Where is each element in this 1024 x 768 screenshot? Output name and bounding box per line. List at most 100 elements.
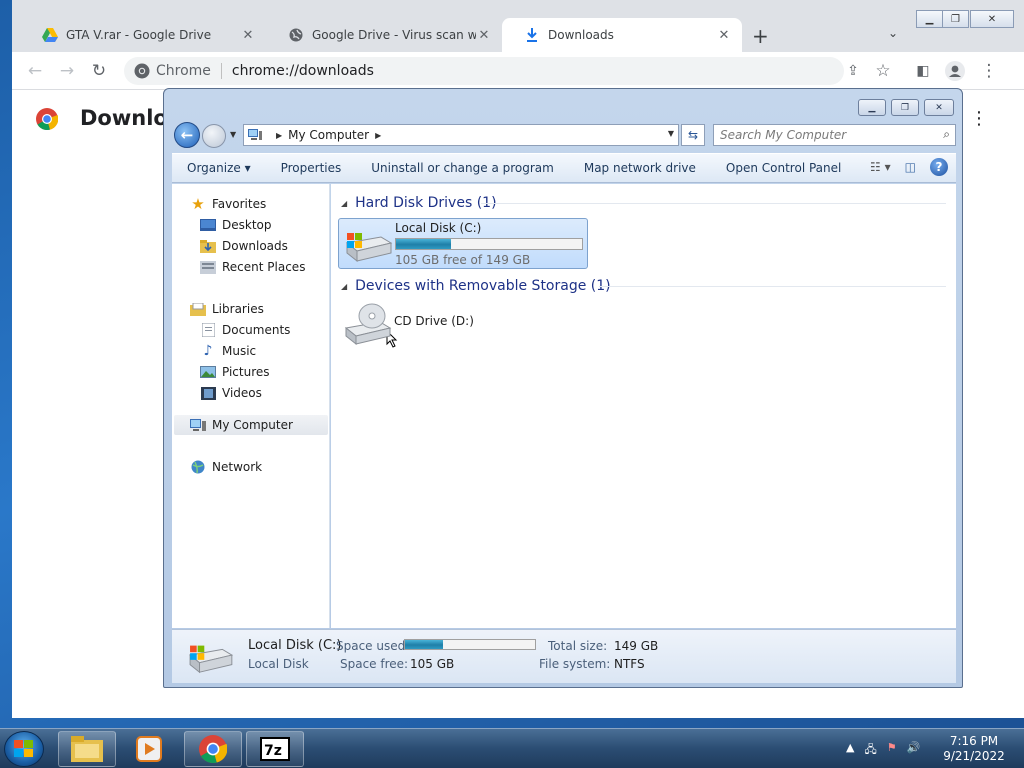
change-view-icon[interactable]: ☷ ▾ (870, 160, 891, 174)
group-removable-storage[interactable]: ◢ Devices with Removable Storage (1) (341, 275, 611, 297)
folder-icon (71, 736, 103, 762)
close-tab-icon[interactable]: ✕ (476, 28, 492, 43)
breadcrumb-arrow-icon[interactable]: ▶ (276, 131, 282, 140)
collapse-triangle-icon[interactable]: ◢ (341, 282, 347, 291)
space-used-label: Space used: (336, 639, 410, 653)
drive-usage-bar (395, 238, 583, 250)
nav-my-computer[interactable]: My Computer (174, 415, 328, 435)
details-pane: Local Disk (C:) Local Disk Space used: S… (172, 629, 956, 683)
uninstall-program-button[interactable]: Uninstall or change a program (356, 161, 569, 175)
menu-kebab-icon[interactable]: ⋮ (978, 60, 1000, 82)
nav-label: My Computer (212, 418, 293, 432)
clock[interactable]: 7:16 PM 9/21/2022 (938, 734, 1010, 764)
search-placeholder: Search My Computer (720, 128, 847, 142)
minimize-icon[interactable]: ▁ (858, 99, 886, 116)
new-tab-icon[interactable]: + (752, 24, 769, 48)
chrome-logo-icon (36, 108, 58, 130)
share-icon[interactable]: ⇪ (842, 60, 864, 82)
breadcrumb-arrow-icon[interactable]: ▶ (375, 131, 381, 140)
my-computer-icon (190, 418, 206, 432)
start-button[interactable] (4, 731, 44, 767)
taskbar-explorer[interactable] (58, 731, 116, 767)
collapse-triangle-icon[interactable]: ◢ (341, 199, 347, 208)
map-network-drive-button[interactable]: Map network drive (569, 161, 711, 175)
close-tab-icon[interactable]: ✕ (716, 28, 732, 43)
back-icon[interactable]: ← (174, 122, 200, 148)
drive-cd-d[interactable]: CD Drive (D:) (338, 302, 538, 350)
reload-icon[interactable]: ↻ (88, 60, 110, 82)
documents-icon (200, 323, 216, 337)
taskbar-media-player[interactable] (120, 731, 178, 767)
details-drive-type: Local Disk (248, 657, 309, 671)
address-dropdown-icon[interactable]: ▼ (668, 129, 674, 138)
space-free-label: Space free: (340, 657, 409, 671)
hard-drive-icon (345, 233, 393, 263)
forward-icon[interactable] (202, 124, 226, 148)
organize-label: Organize (187, 161, 241, 175)
content-pane: ◢ Hard Disk Drives (1) Local Disk (C:) 1… (331, 184, 956, 628)
nav-downloads[interactable]: Downloads (200, 236, 288, 256)
preview-pane-icon[interactable]: ◫ (905, 160, 916, 174)
close-icon[interactable]: ✕ (970, 10, 1014, 28)
divider (599, 286, 946, 287)
bookmark-star-icon[interactable]: ☆ (872, 60, 894, 82)
taskbar-7zip[interactable]: 7z (246, 731, 304, 767)
tab-gta-drive[interactable]: GTA V.rar - Google Drive ✕ (20, 18, 266, 52)
history-dropdown-icon[interactable]: ▼ (230, 130, 236, 139)
details-usage-fill (405, 640, 444, 649)
details-usage-bar (404, 639, 536, 650)
volume-icon[interactable]: 🔊 (907, 741, 921, 760)
view-controls: ☷ ▾ ◫ ? (870, 158, 948, 176)
help-icon[interactable]: ? (930, 158, 948, 176)
downloads-menu-icon[interactable]: ⋮ (970, 108, 988, 129)
group-hard-disk-drives[interactable]: ◢ Hard Disk Drives (1) (341, 192, 497, 214)
search-input[interactable]: Search My Computer ⌕ (713, 124, 956, 146)
group-heading: Hard Disk Drives (1) (355, 195, 497, 211)
network-status-icon[interactable]: 🖧 (864, 741, 876, 760)
action-center-flag-icon[interactable]: ⚑ (887, 741, 897, 760)
hard-drive-icon (188, 645, 234, 674)
tab-downloads[interactable]: Downloads ✕ (502, 18, 742, 52)
organize-button[interactable]: Organize ▾ (172, 161, 266, 175)
breadcrumb-my-computer[interactable]: My Computer (288, 128, 369, 142)
nav-network[interactable]: Network (190, 457, 262, 477)
search-icon[interactable]: ⌕ (943, 127, 950, 142)
nav-recent-places[interactable]: Recent Places (200, 257, 305, 277)
drive-local-disk-c[interactable]: Local Disk (C:) 105 GB free of 149 GB (338, 218, 588, 269)
clock-date: 9/21/2022 (943, 749, 1005, 763)
windows-logo-icon (14, 740, 33, 757)
side-panel-icon[interactable]: ◧ (912, 60, 934, 82)
taskbar-chrome[interactable] (184, 731, 242, 767)
minimize-icon[interactable]: ▁ (916, 10, 943, 28)
tab-virus-warning[interactable]: Google Drive - Virus scan warning ✕ (266, 18, 502, 52)
refresh-icon[interactable]: ⇆ (681, 124, 705, 146)
show-hidden-icons-icon[interactable]: ▲ (846, 741, 854, 760)
close-icon[interactable]: ✕ (924, 99, 954, 116)
forward-icon[interactable]: → (56, 60, 78, 82)
nav-libraries[interactable]: Libraries (190, 299, 264, 319)
back-icon[interactable]: ← (24, 60, 46, 82)
address-bar[interactable]: ▶ My Computer ▶ ▼ (243, 124, 679, 146)
chevron-down-icon[interactable]: ⌄ (888, 26, 898, 40)
file-system-value: NTFS (614, 657, 645, 671)
nav-music[interactable]: ♪ Music (200, 341, 257, 361)
restore-icon[interactable]: ❐ (942, 10, 969, 28)
nav-documents[interactable]: Documents (200, 320, 290, 340)
nav-videos[interactable]: Videos (200, 383, 262, 403)
nav-label: Downloads (222, 239, 288, 253)
profile-icon[interactable] (944, 60, 966, 82)
nav-label: Documents (222, 323, 291, 337)
tab-title: Google Drive - Virus scan warning (312, 28, 476, 42)
tab-title: GTA V.rar - Google Drive (66, 28, 212, 42)
properties-button[interactable]: Properties (266, 161, 357, 175)
open-control-panel-button[interactable]: Open Control Panel (711, 161, 856, 175)
maximize-icon[interactable]: ❐ (891, 99, 919, 116)
close-tab-icon[interactable]: ✕ (240, 28, 256, 43)
omnibox[interactable]: Chrome chrome://downloads (124, 57, 844, 85)
nav-pictures[interactable]: Pictures (200, 362, 270, 382)
nav-favorites[interactable]: ★ Favorites (190, 194, 266, 214)
tab-title: Downloads (548, 28, 614, 42)
command-bar: Organize ▾ Properties Uninstall or chang… (172, 153, 956, 183)
media-player-icon (136, 736, 162, 762)
nav-desktop[interactable]: Desktop (200, 215, 272, 235)
